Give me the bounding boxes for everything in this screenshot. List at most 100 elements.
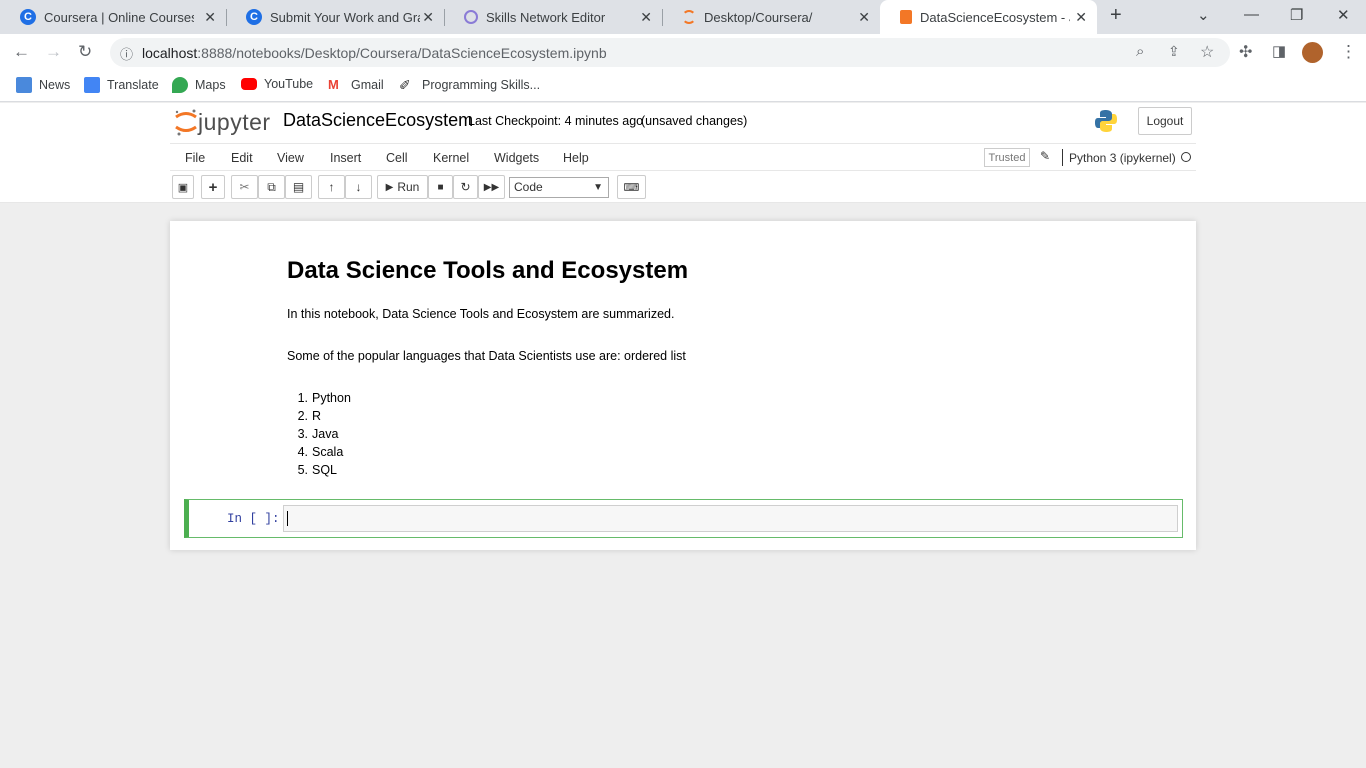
cut-button[interactable]: ✂: [231, 175, 258, 199]
bookmark-star-icon[interactable]: ☆: [1200, 42, 1214, 62]
url-omnibox[interactable]: ⓘ localhost:8888/notebooks/Desktop/Cours…: [110, 38, 1230, 67]
tab-title: DataScienceEcosystem - Jupy: [920, 9, 1070, 25]
close-tab-icon[interactable]: ✕: [1075, 9, 1087, 26]
reload-icon[interactable]: ↻: [78, 42, 92, 62]
move-up-button[interactable]: ↑: [318, 175, 345, 199]
info-icon[interactable]: ⓘ: [120, 44, 133, 63]
markdown-intro: In this notebook, Data Science Tools and…: [287, 307, 675, 321]
copy-icon: ⧉: [267, 179, 276, 194]
logout-button[interactable]: Logout: [1138, 107, 1192, 135]
coursera-icon: C: [20, 9, 36, 25]
command-palette-button[interactable]: ⌨: [617, 175, 646, 199]
tab-title: Skills Network Editor: [486, 9, 606, 25]
kernel-status-icon: [1181, 152, 1191, 162]
kernel-name[interactable]: Python 3 (ipykernel): [1069, 151, 1176, 165]
browser-tab-skills-network[interactable]: Skills Network Editor ✕: [444, 0, 662, 34]
avatar[interactable]: [1302, 42, 1323, 63]
cell-type-select[interactable]: Code ▼: [509, 177, 609, 198]
jupyter-header: jupyter DataScienceEcosystem Last Checkp…: [0, 103, 1366, 203]
menu-widgets[interactable]: Widgets: [494, 151, 539, 165]
save-button[interactable]: ▣: [172, 175, 194, 199]
menu-view[interactable]: View: [277, 151, 304, 165]
menu-kebab-icon[interactable]: ⋮: [1340, 42, 1357, 62]
input-prompt: In [ ]:: [227, 512, 280, 526]
cell-type-value: Code: [514, 180, 543, 194]
code-cell[interactable]: In [ ]:: [184, 499, 1183, 538]
restore-icon[interactable]: ❐: [1290, 6, 1303, 24]
interrupt-button[interactable]: ■: [428, 175, 453, 199]
bookmark-label: Translate: [107, 78, 159, 92]
move-down-button[interactable]: ↓: [345, 175, 372, 199]
code-input[interactable]: [283, 505, 1178, 532]
jupyter-logo[interactable]: jupyter: [174, 107, 271, 137]
address-bar-row: ← → ↻ ⓘ localhost:8888/notebooks/Desktop…: [0, 34, 1366, 70]
list-item: 4. Scala: [297, 445, 344, 459]
programming-icon: ✐: [399, 77, 411, 93]
bookmark-label: Programming Skills...: [422, 78, 541, 92]
insert-cell-button[interactable]: +: [201, 175, 225, 199]
skills-network-icon: [464, 10, 478, 24]
minimize-icon[interactable]: —: [1244, 6, 1259, 23]
stop-icon: ■: [437, 181, 444, 193]
close-tab-icon[interactable]: ✕: [858, 9, 870, 26]
copy-button[interactable]: ⧉: [258, 175, 285, 199]
coursera-icon: C: [246, 9, 262, 25]
news-icon: [16, 77, 32, 93]
keyboard-icon: ⌨: [623, 181, 640, 194]
share-icon[interactable]: ⇪: [1168, 43, 1180, 60]
bookmark-news[interactable]: News: [16, 77, 70, 93]
markdown-languages-intro: Some of the popular languages that Data …: [287, 349, 686, 363]
close-tab-icon[interactable]: ✕: [204, 9, 216, 26]
bookmark-maps[interactable]: Maps: [172, 77, 226, 93]
fast-forward-icon: ▶▶: [483, 181, 500, 193]
run-button[interactable]: ▶ Run: [377, 175, 428, 199]
restart-icon: ↻: [460, 180, 471, 194]
list-item: 5. SQL: [297, 463, 338, 477]
close-tab-icon[interactable]: ✕: [640, 9, 652, 26]
browser-tab-desktop[interactable]: Desktop/Coursera/ ✕: [662, 0, 880, 34]
trusted-indicator[interactable]: Trusted: [984, 148, 1030, 167]
checkpoint-status: Last Checkpoint: 4 minutes ago: [468, 114, 644, 128]
menu-cell[interactable]: Cell: [386, 151, 408, 165]
menu-insert[interactable]: Insert: [330, 151, 361, 165]
new-tab-icon[interactable]: +: [1110, 4, 1122, 27]
url-path: :8888/notebooks/Desktop/Coursera/DataSci…: [197, 45, 607, 61]
bookmark-programming[interactable]: ✐ Programming Skills...: [399, 77, 540, 93]
chevron-down-icon: ▼: [593, 182, 603, 193]
notebook-icon: [900, 10, 912, 24]
paste-button[interactable]: ▤: [285, 175, 312, 199]
bookmark-gmail[interactable]: M Gmail: [328, 77, 384, 93]
browser-tab-submit[interactable]: C Submit Your Work and Grade ✕: [226, 0, 444, 34]
list-item-text: R: [312, 409, 322, 423]
menu-kernel[interactable]: Kernel: [433, 151, 469, 165]
notebook-title[interactable]: DataScienceEcosystem: [283, 110, 473, 131]
close-tab-icon[interactable]: ✕: [422, 9, 434, 26]
restart-button[interactable]: ↻: [453, 175, 478, 199]
menu-help[interactable]: Help: [563, 151, 589, 165]
back-icon[interactable]: ←: [13, 42, 30, 62]
extensions-icon[interactable]: ✣: [1239, 42, 1252, 62]
bookmark-translate[interactable]: Translate: [84, 77, 159, 93]
menu-file[interactable]: File: [185, 151, 205, 165]
tab-title: Coursera | Online Courses &: [44, 9, 194, 25]
gmail-icon: M: [328, 77, 339, 92]
forward-icon[interactable]: →: [45, 42, 62, 62]
zoom-icon[interactable]: ⌕: [1136, 43, 1144, 60]
restart-run-all-button[interactable]: ▶▶: [478, 175, 505, 199]
browser-tab-coursera[interactable]: C Coursera | Online Courses & ✕: [0, 0, 226, 34]
youtube-icon: [241, 78, 257, 90]
tab-search-icon[interactable]: ⌄: [1197, 6, 1210, 24]
side-panel-icon[interactable]: ◨: [1272, 42, 1286, 60]
bookmark-label: Maps: [195, 78, 226, 92]
list-item-text: Python: [312, 391, 351, 405]
bookmark-youtube[interactable]: YouTube: [241, 77, 313, 91]
scissors-icon: ✂: [239, 180, 250, 194]
unsaved-status: (unsaved changes): [641, 114, 748, 128]
jupyter-logo-icon: [175, 109, 197, 136]
menu-bar: File Edit View Insert Cell Kernel Widget…: [170, 143, 1196, 171]
browser-tab-notebook[interactable]: DataScienceEcosystem - Jupy ✕: [880, 0, 1097, 34]
close-window-icon[interactable]: ✕: [1337, 6, 1350, 24]
menu-edit[interactable]: Edit: [231, 151, 253, 165]
tab-strip: C Coursera | Online Courses & ✕ C Submit…: [0, 0, 1366, 34]
edit-pencil-icon[interactable]: ✎: [1040, 149, 1050, 163]
